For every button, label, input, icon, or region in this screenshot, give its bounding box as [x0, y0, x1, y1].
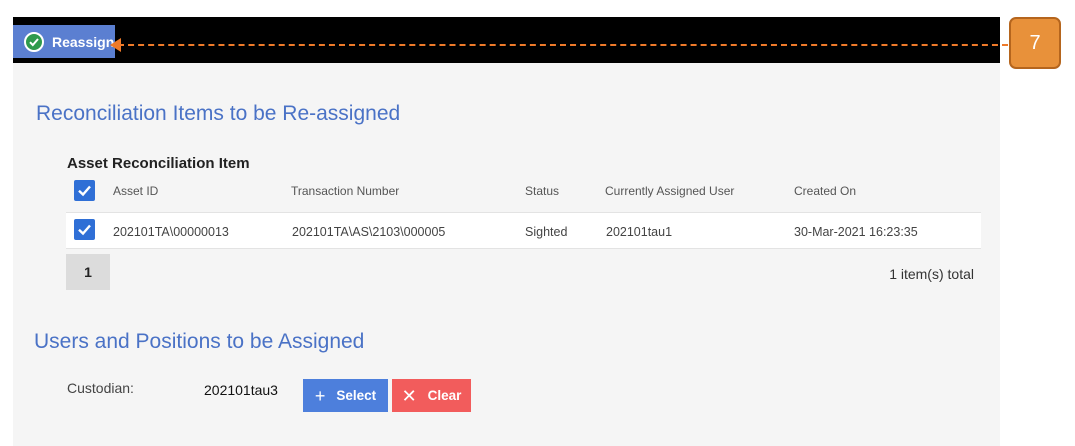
callout-pointer-line	[118, 44, 1008, 46]
cell-status: Sighted	[525, 225, 568, 239]
step-callout: 7	[1009, 17, 1061, 69]
callout-arrow-icon	[110, 38, 121, 52]
checkmark-icon	[78, 185, 91, 197]
reassign-button[interactable]: Reassign	[13, 25, 115, 58]
section-title-items: Reconciliation Items to be Re-assigned	[36, 102, 401, 125]
plus-icon: +	[314, 385, 326, 406]
custodian-value: 202101tau3	[204, 382, 278, 398]
checkmark-icon	[78, 224, 91, 236]
clear-button[interactable]: ✕ Clear	[392, 379, 471, 412]
table-title: Asset Reconciliation Item	[67, 155, 250, 172]
check-circle-icon	[24, 31, 44, 52]
row-checkbox[interactable]	[74, 219, 95, 240]
section-title-assign: Users and Positions to be Assigned	[34, 330, 365, 353]
cell-created-on: 30-Mar-2021 16:23:35	[794, 225, 918, 239]
select-button[interactable]: + Select	[303, 379, 388, 412]
column-header-assigned-user[interactable]: Currently Assigned User	[605, 184, 734, 198]
items-total: 1 item(s) total	[889, 266, 974, 282]
cell-transaction-number: 202101TA\AS\2103\000005	[292, 225, 446, 239]
cell-asset-id: 202101TA\00000013	[113, 225, 229, 239]
page-button-1[interactable]: 1	[66, 254, 110, 290]
clear-label: Clear	[427, 388, 462, 403]
toolbar	[13, 17, 1000, 63]
callout-number: 7	[1029, 31, 1041, 54]
column-header-created-on[interactable]: Created On	[794, 184, 856, 198]
select-all-checkbox[interactable]	[74, 180, 95, 201]
custodian-label: Custodian:	[67, 380, 134, 396]
column-header-asset-id[interactable]: Asset ID	[113, 184, 158, 198]
select-label: Select	[336, 388, 377, 403]
x-icon: ✕	[401, 385, 417, 406]
column-header-status[interactable]: Status	[525, 184, 559, 198]
column-header-transaction-number[interactable]: Transaction Number	[291, 184, 399, 198]
cell-assigned-user: 202101tau1	[606, 225, 673, 239]
reassign-label: Reassign	[52, 33, 115, 50]
